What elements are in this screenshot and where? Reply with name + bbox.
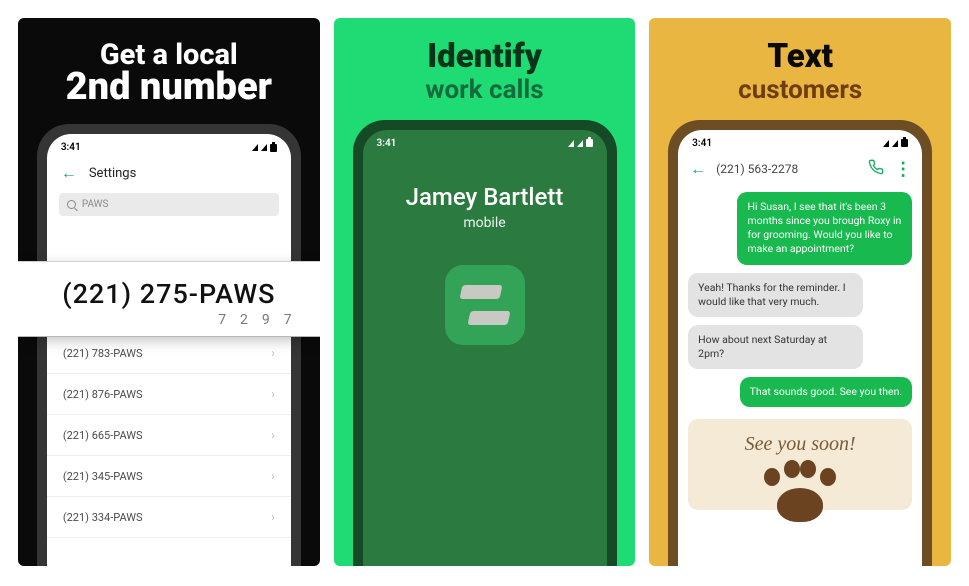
status-time: 3:41 (692, 138, 712, 149)
status-icons (252, 144, 277, 152)
status-icons (883, 139, 908, 147)
headline: Text customers (649, 18, 951, 104)
settings-title: Settings (89, 166, 136, 181)
headline-line2: work calls (334, 77, 636, 104)
battery-icon (586, 139, 593, 147)
status-icons (568, 139, 593, 147)
back-icon[interactable]: ← (690, 159, 706, 179)
search-value: PAWS (82, 199, 109, 210)
message-incoming[interactable]: How about next Saturday at 2pm? (688, 325, 863, 369)
list-item[interactable]: (221) 665-PAWS› (47, 415, 291, 456)
phone-frame: 3:41 ← (221) 563-2278 ⋮ Hi S (668, 120, 932, 566)
headline-line1: Text (649, 40, 951, 75)
panel-identify-calls: Identify work calls 3:41 Jamey Bartlett … (334, 18, 636, 566)
phone-screen: 3:41 ← Settings PAWS (221 (47, 134, 291, 566)
message-incoming[interactable]: Yeah! Thanks for the reminder. I would l… (688, 273, 863, 317)
phone-frame: 3:41 ← Settings PAWS (221 (37, 124, 301, 566)
status-bar: 3:41 (47, 134, 291, 157)
sideline-s-icon (457, 277, 513, 333)
list-item[interactable]: (221) 345-PAWS› (47, 456, 291, 497)
list-item[interactable]: (221) 876-PAWS› (47, 374, 291, 415)
phone-screen: 3:41 ← (221) 563-2278 ⋮ Hi S (678, 130, 922, 566)
message-outgoing[interactable]: Hi Susan, I see that it's been 3 months … (737, 192, 912, 265)
message-outgoing[interactable]: That sounds good. See you then. (740, 377, 913, 407)
headline: Identify work calls (334, 18, 636, 104)
selected-number-callout: (221) 275-PAWS 7297 (18, 262, 320, 336)
panel-text-customers: Text customers 3:41 ← (221) 563-2278 (649, 18, 951, 566)
search-icon (67, 200, 76, 209)
status-time: 3:41 (61, 142, 81, 153)
headline-line1: Identify (334, 40, 636, 75)
settings-toolbar: ← Settings (47, 157, 291, 189)
headline-line2: 2nd number (18, 68, 320, 108)
battery-icon (901, 139, 908, 147)
card-title: See you soon! (688, 433, 912, 456)
chat-body: Hi Susan, I see that it's been 3 months … (678, 186, 922, 414)
contact-number: (221) 563-2278 (716, 162, 858, 176)
search-input[interactable]: PAWS (59, 193, 279, 216)
panel-2nd-number: Get a local 2nd number 3:41 ← Settings (18, 18, 320, 566)
signal-icon (883, 140, 889, 147)
list-item[interactable]: (221) 334-PAWS› (47, 497, 291, 538)
chevron-right-icon: › (271, 387, 275, 401)
wifi-icon (261, 144, 267, 151)
wifi-icon (892, 140, 898, 147)
headline: Get a local 2nd number (18, 18, 320, 108)
back-icon[interactable]: ← (61, 163, 77, 183)
phone-frame: 3:41 Jamey Bartlett mobile (353, 120, 617, 566)
chevron-right-icon: › (271, 510, 275, 524)
chevron-right-icon: › (271, 428, 275, 442)
wifi-icon (577, 140, 583, 147)
signal-icon (568, 140, 574, 147)
selected-number: (221) 275-PAWS (18, 278, 320, 310)
selected-number-digits: 7297 (18, 312, 320, 328)
call-icon[interactable] (868, 159, 884, 179)
incoming-call-caller: Jamey Bartlett mobile (363, 153, 607, 231)
paw-icon (760, 464, 840, 504)
caller-subtitle: mobile (363, 215, 607, 231)
chevron-right-icon: › (271, 346, 275, 360)
list-item[interactable]: (221) 783-PAWS› (47, 333, 291, 374)
chat-header: ← (221) 563-2278 ⋮ (678, 153, 922, 186)
status-bar: 3:41 (363, 130, 607, 153)
chevron-right-icon: › (271, 469, 275, 483)
status-time: 3:41 (377, 138, 397, 149)
phone-screen: 3:41 Jamey Bartlett mobile (363, 130, 607, 566)
promo-card: See you soon! (688, 419, 912, 510)
caller-name: Jamey Bartlett (363, 183, 607, 211)
battery-icon (270, 144, 277, 152)
more-icon[interactable]: ⋮ (894, 159, 910, 180)
screenshot-gallery: Get a local 2nd number 3:41 ← Settings (0, 0, 969, 586)
signal-icon (252, 144, 258, 151)
headline-line2: customers (649, 77, 951, 104)
app-logo-icon (445, 265, 525, 345)
status-bar: 3:41 (678, 130, 922, 153)
